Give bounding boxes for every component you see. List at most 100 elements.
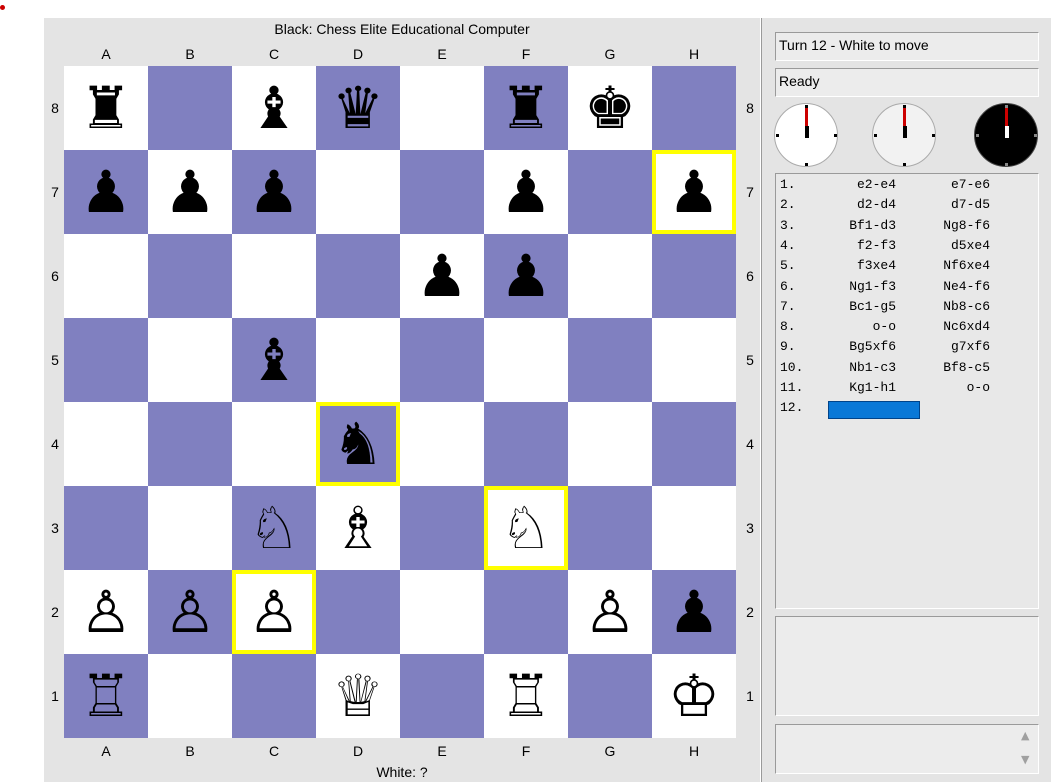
white-pawn-icon[interactable]: ♙ [80,583,132,641]
square-b4[interactable] [148,402,232,486]
move-row[interactable]: 6. Ng1-f3 Ne4-f6 [776,279,1036,299]
black-pawn-icon[interactable]: ♟ [668,583,720,641]
move-row[interactable]: 5. f3xe4 Nf6xe4 [776,258,1036,278]
white-pawn-icon[interactable]: ♙ [584,583,636,641]
square-g8[interactable]: ♚ [568,66,652,150]
white-bishop-icon[interactable]: ♗ [332,499,384,557]
square-h7[interactable]: ♟ [652,150,736,234]
square-f4[interactable] [484,402,568,486]
white-knight-icon[interactable]: ♘ [248,499,300,557]
square-e1[interactable] [400,654,484,738]
black-pawn-icon[interactable]: ♟ [80,163,132,221]
square-h8[interactable] [652,66,736,150]
black-pawn-icon[interactable]: ♟ [416,247,468,305]
square-a1[interactable]: ♖ [64,654,148,738]
square-b1[interactable] [148,654,232,738]
white-pawn-icon[interactable]: ♙ [248,583,300,641]
black-rook-icon[interactable]: ♜ [80,79,132,137]
square-b5[interactable] [148,318,232,402]
square-f1[interactable]: ♖ [484,654,568,738]
black-bishop-icon[interactable]: ♝ [248,331,300,389]
move-row[interactable]: 7. Bc1-g5 Nb8-c6 [776,299,1036,319]
white-queen-icon[interactable]: ♕ [332,667,384,725]
square-a2[interactable]: ♙ [64,570,148,654]
black-pawn-icon[interactable]: ♟ [500,247,552,305]
square-d7[interactable] [316,150,400,234]
square-a4[interactable] [64,402,148,486]
square-h3[interactable] [652,486,736,570]
square-b8[interactable] [148,66,232,150]
white-king-icon[interactable]: ♔ [668,667,720,725]
square-g6[interactable] [568,234,652,318]
square-e7[interactable] [400,150,484,234]
square-d2[interactable] [316,570,400,654]
black-bishop-icon[interactable]: ♝ [248,79,300,137]
square-f3[interactable]: ♘ [484,486,568,570]
black-pawn-icon[interactable]: ♟ [248,163,300,221]
black-pawn-icon[interactable]: ♟ [500,163,552,221]
square-e4[interactable] [400,402,484,486]
square-d3[interactable]: ♗ [316,486,400,570]
input-box[interactable]: ▲ ▼ [775,724,1039,774]
square-b7[interactable]: ♟ [148,150,232,234]
chess-board[interactable]: ♜ ♝ ♛ ♜ ♚ ♟ ♟ ♟ ♟ ♟ ♟ ♟ ♝ ♞ ♘ ♗ ♘ ♙ ♙ ♙ ♙ ♟ ♖ ♕ ♖ ♔ [64,66,736,738]
black-queen-icon[interactable]: ♛ [332,79,384,137]
move-row[interactable]: 8. o-o Nc6xd4 [776,319,1036,339]
white-rook-icon[interactable]: ♖ [500,667,552,725]
square-b3[interactable] [148,486,232,570]
square-c8[interactable]: ♝ [232,66,316,150]
square-h4[interactable] [652,402,736,486]
square-c6[interactable] [232,234,316,318]
current-move-cursor[interactable] [828,401,920,420]
square-d8[interactable]: ♛ [316,66,400,150]
square-e3[interactable] [400,486,484,570]
square-f6[interactable]: ♟ [484,234,568,318]
white-pawn-icon[interactable]: ♙ [164,583,216,641]
black-knight-icon[interactable]: ♞ [332,415,384,473]
square-e2[interactable] [400,570,484,654]
square-b2[interactable]: ♙ [148,570,232,654]
square-e6[interactable]: ♟ [400,234,484,318]
square-d6[interactable] [316,234,400,318]
square-c2[interactable]: ♙ [232,570,316,654]
square-g1[interactable] [568,654,652,738]
square-b6[interactable] [148,234,232,318]
white-rook-icon[interactable]: ♖ [80,667,132,725]
move-row[interactable]: 11. Kg1-h1 o-o [776,380,1036,400]
move-row[interactable]: 9. Bg5xf6 g7xf6 [776,339,1036,359]
chevron-up-icon[interactable]: ▲ [1021,729,1029,742]
square-c5[interactable]: ♝ [232,318,316,402]
move-row[interactable]: 1. e2-e4 e7-e6 [776,177,1036,197]
square-f7[interactable]: ♟ [484,150,568,234]
square-f2[interactable] [484,570,568,654]
square-g4[interactable] [568,402,652,486]
square-g3[interactable] [568,486,652,570]
square-c4[interactable] [232,402,316,486]
black-king-icon[interactable]: ♚ [584,79,636,137]
square-c3[interactable]: ♘ [232,486,316,570]
square-a5[interactable] [64,318,148,402]
move-row[interactable]: 12. [776,400,1036,420]
square-f8[interactable]: ♜ [484,66,568,150]
chevron-down-icon[interactable]: ▼ [1021,753,1029,766]
square-d1[interactable]: ♕ [316,654,400,738]
square-g5[interactable] [568,318,652,402]
move-row[interactable]: 10. Nb1-c3 Bf8-c5 [776,360,1036,380]
square-g7[interactable] [568,150,652,234]
square-f5[interactable] [484,318,568,402]
move-list[interactable]: 1. e2-e4 e7-e6 2. d2-d4 d7-d5 3. Bf1-d3 Ng8-f6 4.… [775,173,1039,609]
move-row[interactable]: 2. d2-d4 d7-d5 [776,197,1036,217]
square-g2[interactable]: ♙ [568,570,652,654]
scrollbar[interactable]: ▲ ▼ [1019,727,1035,771]
square-e8[interactable] [400,66,484,150]
square-e5[interactable] [400,318,484,402]
square-a3[interactable] [64,486,148,570]
white-knight-icon[interactable]: ♘ [500,499,552,557]
square-c7[interactable]: ♟ [232,150,316,234]
square-a8[interactable]: ♜ [64,66,148,150]
move-row[interactable]: 3. Bf1-d3 Ng8-f6 [776,218,1036,238]
square-c1[interactable] [232,654,316,738]
square-a7[interactable]: ♟ [64,150,148,234]
square-h6[interactable] [652,234,736,318]
square-h5[interactable] [652,318,736,402]
